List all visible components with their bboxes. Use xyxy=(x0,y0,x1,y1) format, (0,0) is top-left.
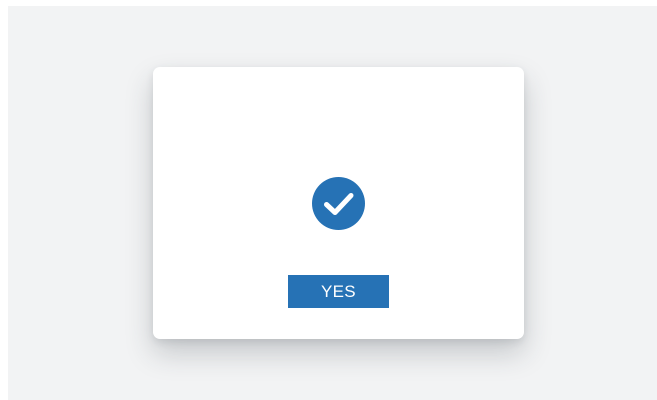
confirmation-dialog: YES xyxy=(153,67,524,339)
yes-button[interactable]: YES xyxy=(288,275,389,308)
check-circle-icon xyxy=(312,177,365,230)
